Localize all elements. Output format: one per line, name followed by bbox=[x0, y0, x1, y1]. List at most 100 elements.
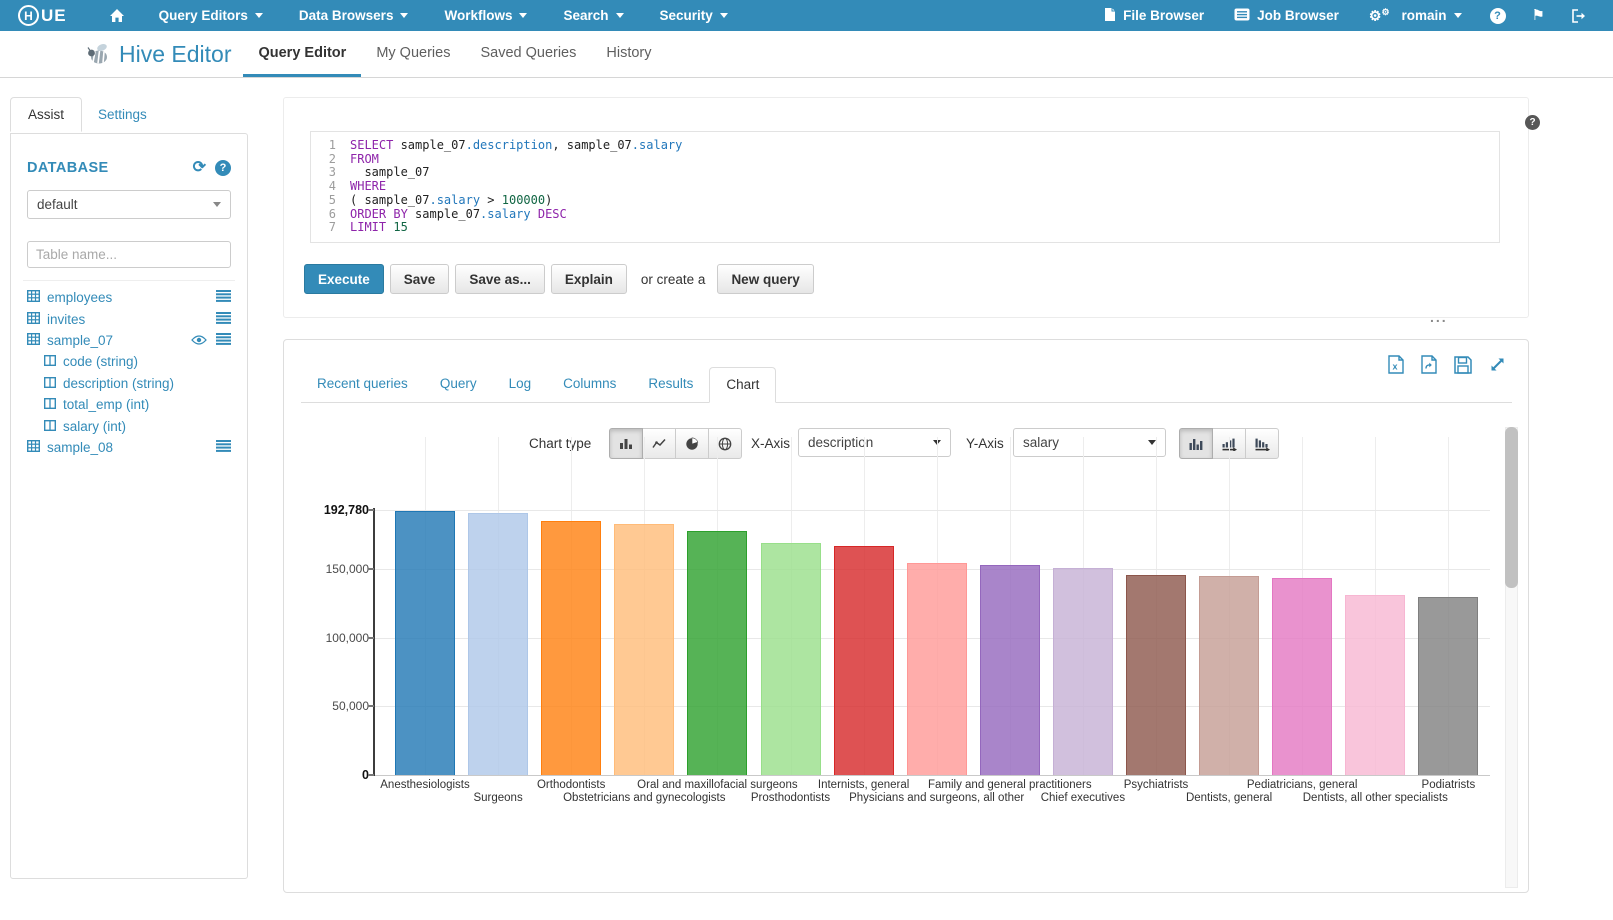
bar-podiatrists[interactable] bbox=[1418, 597, 1478, 776]
bar-chief-executives[interactable] bbox=[1053, 568, 1113, 776]
bar-orthodontists[interactable] bbox=[541, 521, 601, 776]
editor-help-icon[interactable]: ? bbox=[1525, 115, 1540, 130]
bar-anesthesiologists[interactable] bbox=[395, 511, 455, 776]
file-icon bbox=[1104, 7, 1116, 25]
bar-oral-and-maxillofacial-surgeons[interactable] bbox=[687, 531, 747, 776]
x-axis-label: Physicians and surgeons, all other bbox=[849, 792, 1024, 804]
nav-menu-label: Query Editors bbox=[159, 8, 248, 23]
database-select[interactable]: default bbox=[27, 190, 231, 219]
bar-chart-icon bbox=[619, 437, 633, 450]
results-tab-recent-queries[interactable]: Recent queries bbox=[301, 367, 424, 402]
y-axis-tick-mark bbox=[368, 705, 374, 707]
flag-icon[interactable]: ⚑ bbox=[1519, 8, 1558, 23]
tab-saved-queries[interactable]: Saved Queries bbox=[465, 31, 591, 77]
tab-query-editor[interactable]: Query Editor bbox=[243, 31, 361, 77]
eye-icon[interactable] bbox=[191, 333, 207, 348]
table-row-sample_07[interactable]: sample_07 bbox=[27, 330, 231, 351]
editor-line-number: 4 bbox=[311, 180, 336, 194]
bar-pediatricians-general[interactable] bbox=[1272, 578, 1332, 776]
tab-assist[interactable]: Assist bbox=[10, 97, 82, 132]
nav-menu-data-browsers[interactable]: Data Browsers bbox=[281, 0, 427, 31]
chevron-down-icon bbox=[255, 13, 263, 18]
sort-none-button[interactable] bbox=[1179, 428, 1213, 459]
hue-logo[interactable]: H UE bbox=[18, 5, 67, 26]
bar-prosthodontists[interactable] bbox=[761, 543, 821, 776]
column-row-total_emp-int[interactable]: total_emp (int) bbox=[27, 394, 231, 415]
new-query-button[interactable]: New query bbox=[717, 264, 813, 294]
y-axis-tick: 100,000 bbox=[287, 631, 369, 645]
help-icon[interactable]: ? bbox=[1477, 8, 1519, 24]
editor-code[interactable]: SELECT sample_07.description, sample_07.… bbox=[343, 132, 682, 242]
column-row-description-string[interactable]: description (string) bbox=[27, 373, 231, 394]
nav-menu-workflows[interactable]: Workflows bbox=[426, 0, 545, 31]
table-menu-icon[interactable] bbox=[216, 440, 231, 455]
tab-settings[interactable]: Settings bbox=[82, 97, 163, 132]
x-axis-label: Family and general practitioners bbox=[928, 779, 1092, 791]
page-title: Hive Editor bbox=[119, 41, 231, 68]
tab-history[interactable]: History bbox=[591, 31, 666, 77]
column-name: description (string) bbox=[63, 376, 174, 391]
x-axis-label: Orthodontists bbox=[537, 779, 605, 791]
nav-menu-query-editors[interactable]: Query Editors bbox=[141, 0, 281, 31]
table-menu-icon[interactable] bbox=[216, 312, 231, 327]
home-icon[interactable] bbox=[93, 8, 141, 23]
table-filter-input[interactable] bbox=[27, 241, 231, 268]
explain-button[interactable]: Explain bbox=[551, 264, 627, 294]
caret-down-icon bbox=[213, 202, 221, 207]
table-name: employees bbox=[47, 290, 112, 305]
code-line: SELECT sample_07.description, sample_07.… bbox=[350, 139, 682, 153]
bar-surgeons[interactable] bbox=[468, 513, 528, 776]
table-menu-icon[interactable] bbox=[216, 333, 231, 348]
top-navbar: H UE Query Editors Data BrowsersWorkflows… bbox=[0, 0, 1613, 31]
bar-chart-button[interactable] bbox=[609, 428, 643, 459]
hive-editor-title[interactable]: Hive Editor bbox=[85, 41, 231, 68]
table-menu-icon[interactable] bbox=[216, 290, 231, 305]
panel-resize-handle[interactable]: ... bbox=[1430, 309, 1448, 325]
nav-menu-security[interactable]: Security bbox=[642, 0, 746, 31]
or-create-text: or create a bbox=[641, 272, 706, 287]
save-as-button[interactable]: Save as... bbox=[455, 264, 545, 294]
y-axis-tick: 192,780 bbox=[287, 503, 369, 517]
bar-obstetricians-and-gynecologists[interactable] bbox=[614, 524, 674, 776]
x-axis-label: Dentists, all other specialists bbox=[1303, 792, 1448, 804]
chart-scrollbar-thumb[interactable] bbox=[1505, 427, 1518, 588]
nav-menu-search[interactable]: Search bbox=[545, 0, 641, 31]
results-tab-query[interactable]: Query bbox=[424, 367, 493, 402]
results-tabbar: Recent queriesQueryLogColumnsResultsChar… bbox=[301, 367, 1512, 403]
bar-family-and-general-practitioners[interactable] bbox=[980, 565, 1040, 776]
results-tab-results[interactable]: Results bbox=[632, 367, 709, 402]
sign-out-icon[interactable] bbox=[1558, 9, 1599, 23]
assist-tabbar: Assist Settings bbox=[10, 97, 163, 132]
bar-psychiatrists[interactable] bbox=[1126, 575, 1186, 776]
code-line: ( sample_07.salary > 100000) bbox=[350, 194, 682, 208]
results-tab-chart[interactable]: Chart bbox=[709, 367, 776, 403]
nav-menu-label: Security bbox=[660, 8, 713, 23]
nav-user-menu[interactable]: ⚙⚙ romain bbox=[1354, 8, 1477, 23]
x-axis-label: Dentists, general bbox=[1186, 792, 1272, 804]
database-help-icon[interactable]: ? bbox=[215, 160, 231, 176]
code-line: FROM bbox=[350, 153, 682, 167]
tab-my-queries[interactable]: My Queries bbox=[361, 31, 465, 77]
results-tab-log[interactable]: Log bbox=[493, 367, 548, 402]
gridline-horizontal bbox=[375, 510, 1490, 511]
table-row-invites[interactable]: invites bbox=[27, 308, 231, 329]
execute-button[interactable]: Execute bbox=[304, 264, 384, 294]
bar-physicians-and-surgeons-all-other[interactable] bbox=[907, 563, 967, 776]
database-header: DATABASE ⟳ ? bbox=[27, 160, 231, 176]
column-row-salary-int[interactable]: salary (int) bbox=[27, 415, 231, 436]
results-tab-columns[interactable]: Columns bbox=[547, 367, 632, 402]
column-row-code-string[interactable]: code (string) bbox=[27, 351, 231, 372]
code-line: sample_07 bbox=[350, 166, 682, 180]
bar-dentists-all-other-specialists[interactable] bbox=[1345, 595, 1405, 776]
table-list: employees invites sample_07code (string) de… bbox=[27, 287, 231, 458]
table-name: invites bbox=[47, 312, 85, 327]
sql-editor[interactable]: 1234567 SELECT sample_07.description, sa… bbox=[310, 131, 1500, 243]
bar-internists-general[interactable] bbox=[834, 546, 894, 776]
save-button[interactable]: Save bbox=[390, 264, 450, 294]
nav-file-browser[interactable]: File Browser bbox=[1089, 7, 1219, 25]
table-row-sample_08[interactable]: sample_08 bbox=[27, 437, 231, 458]
refresh-icon[interactable]: ⟳ bbox=[193, 160, 206, 176]
table-row-employees[interactable]: employees bbox=[27, 287, 231, 308]
bar-dentists-general[interactable] bbox=[1199, 576, 1259, 776]
nav-job-browser[interactable]: Job Browser bbox=[1219, 8, 1354, 24]
